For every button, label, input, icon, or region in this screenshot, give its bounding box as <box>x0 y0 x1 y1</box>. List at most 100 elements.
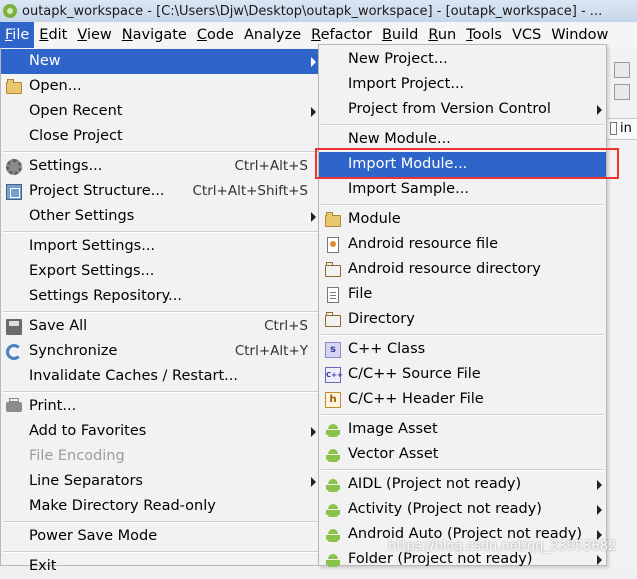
menu-label: efactor <box>320 27 372 43</box>
menu-item-label: C/C++ Header File <box>348 391 484 407</box>
menu-item-label: Save All <box>29 318 88 334</box>
menu-separator <box>321 204 604 206</box>
android-icon <box>325 527 341 543</box>
menu-item-label: Settings Repository... <box>29 288 182 304</box>
menu-mnemonic: N <box>121 27 133 43</box>
menu-item-label: Other Settings <box>29 208 135 224</box>
menu-item-project-from-vcs[interactable]: Project from Version Control <box>319 97 606 122</box>
menu-item-image-asset[interactable]: Image Asset <box>319 417 606 442</box>
menu-item-label: Open... <box>29 78 82 94</box>
menu-item-close-project[interactable]: Close Project <box>1 124 320 149</box>
menu-item-print[interactable]: Print... <box>1 394 320 419</box>
menu-item-make-directory-read-only[interactable]: Make Directory Read-only <box>1 494 320 519</box>
submenu-arrow-icon <box>311 107 316 117</box>
menu-item-new[interactable]: New <box>1 49 320 74</box>
menu-label: ode <box>206 27 234 43</box>
menu-label: ile <box>12 27 30 43</box>
menu-file[interactable]: File <box>0 22 35 48</box>
menu-item-directory[interactable]: Directory <box>319 307 606 332</box>
tool-window-button[interactable] <box>614 62 630 78</box>
file-icon <box>610 122 617 135</box>
menu-label: Analyze <box>243 27 302 43</box>
menu-item-label: Print... <box>29 398 77 414</box>
menu-separator <box>321 334 604 336</box>
menu-navigate[interactable]: Navigate <box>117 22 192 48</box>
menu-item-label: Invalidate Caches / Restart... <box>29 368 238 384</box>
menu-separator <box>321 124 604 126</box>
menu-label: dit <box>48 27 68 43</box>
menu-item-label: C++ Class <box>348 341 426 357</box>
menu-item-cpp-source-file[interactable]: C++ C/C++ Source File <box>319 362 606 387</box>
menu-item-settings[interactable]: Settings... Ctrl+Alt+S <box>1 154 320 179</box>
menu-item-cpp-class[interactable]: s C++ Class <box>319 337 606 362</box>
menu-item-invalidate-caches[interactable]: Invalidate Caches / Restart... <box>1 364 320 389</box>
menu-item-add-to-favorites[interactable]: Add to Favorites <box>1 419 320 444</box>
menu-item-android-resource-file[interactable]: Android resource file <box>319 232 606 257</box>
title-bar: outapk_workspace - [C:\Users\Djw\Desktop… <box>0 0 637 22</box>
menu-separator <box>3 231 318 233</box>
menu-item-synchronize[interactable]: Synchronize Ctrl+Alt+Y <box>1 339 320 364</box>
menu-item-exit[interactable]: Exit <box>1 554 320 579</box>
new-submenu: New Project... Import Project... Project… <box>318 44 607 567</box>
menu-item-android-resource-directory[interactable]: Android resource directory <box>319 257 606 282</box>
menu-item-label: Android resource directory <box>348 261 541 277</box>
shortcut-label: Ctrl+S <box>264 318 308 334</box>
menu-label: iew <box>86 27 112 43</box>
menu-mnemonic: R <box>311 27 321 43</box>
menu-item-label: New <box>29 53 61 69</box>
editor-tab[interactable]: in <box>606 118 637 140</box>
menu-item-export-settings[interactable]: Export Settings... <box>1 259 320 284</box>
menu-label: Window <box>551 27 609 43</box>
sync-icon <box>6 344 22 360</box>
editor-tab-label: in <box>620 121 632 136</box>
submenu-arrow-icon <box>311 427 316 437</box>
menu-item-aidl[interactable]: AIDL (Project not ready) <box>319 472 606 497</box>
menu-item-vector-asset[interactable]: Vector Asset <box>319 442 606 467</box>
menu-item-label: AIDL (Project not ready) <box>348 476 522 492</box>
menu-item-label: Project from Version Control <box>348 101 551 117</box>
submenu-arrow-icon <box>311 57 316 67</box>
menu-item-open-recent[interactable]: Open Recent <box>1 99 320 124</box>
android-icon <box>325 447 341 463</box>
submenu-arrow-icon <box>597 480 602 490</box>
menu-separator <box>3 551 318 553</box>
file-menu: New Open... Open Recent Close Project Se… <box>0 48 321 574</box>
menu-item-line-separators[interactable]: Line Separators <box>1 469 320 494</box>
menu-item-save-all[interactable]: Save All Ctrl+S <box>1 314 320 339</box>
menu-separator <box>321 469 604 471</box>
cpp-header-icon: h <box>325 392 341 408</box>
menu-item-other-settings[interactable]: Other Settings <box>1 204 320 229</box>
menu-item-module[interactable]: Module <box>319 207 606 232</box>
menu-item-label: Import Settings... <box>29 238 156 254</box>
menu-item-import-project[interactable]: Import Project... <box>319 72 606 97</box>
menu-separator <box>321 414 604 416</box>
menu-item-label: Import Sample... <box>348 181 469 197</box>
menu-item-label: Open Recent <box>29 103 123 119</box>
menu-item-power-save-mode[interactable]: Power Save Mode <box>1 524 320 549</box>
menu-item-label: Import Project... <box>348 76 465 92</box>
menu-item-project-structure[interactable]: Project Structure... Ctrl+Alt+Shift+S <box>1 179 320 204</box>
menu-code[interactable]: Code <box>192 22 239 48</box>
menu-item-activity[interactable]: Activity (Project not ready) <box>319 497 606 522</box>
watermark: https://blog.csdn.net/qq_33953682 <box>388 539 617 554</box>
menu-item-label: Export Settings... <box>29 263 155 279</box>
menu-item-new-project[interactable]: New Project... <box>319 47 606 72</box>
menu-item-label: Add to Favorites <box>29 423 147 439</box>
menu-item-open[interactable]: Open... <box>1 74 320 99</box>
menu-item-label: C/C++ Source File <box>348 366 481 382</box>
menu-item-import-settings[interactable]: Import Settings... <box>1 234 320 259</box>
tool-window-button[interactable] <box>614 84 630 100</box>
menu-analyze[interactable]: Analyze <box>239 22 306 48</box>
submenu-arrow-icon <box>597 505 602 515</box>
menu-label: VCS <box>511 27 542 43</box>
menu-edit[interactable]: Edit <box>34 22 72 48</box>
menu-item-file[interactable]: File <box>319 282 606 307</box>
submenu-arrow-icon <box>597 105 602 115</box>
menu-item-settings-repository[interactable]: Settings Repository... <box>1 284 320 309</box>
menu-view[interactable]: View <box>72 22 116 48</box>
shortcut-label: Ctrl+Alt+Y <box>234 343 308 359</box>
menu-item-import-sample[interactable]: Import Sample... <box>319 177 606 202</box>
resource-file-icon <box>327 237 339 253</box>
shortcut-label: Ctrl+Alt+S <box>234 158 309 174</box>
menu-item-cpp-header-file[interactable]: h C/C++ Header File <box>319 387 606 412</box>
